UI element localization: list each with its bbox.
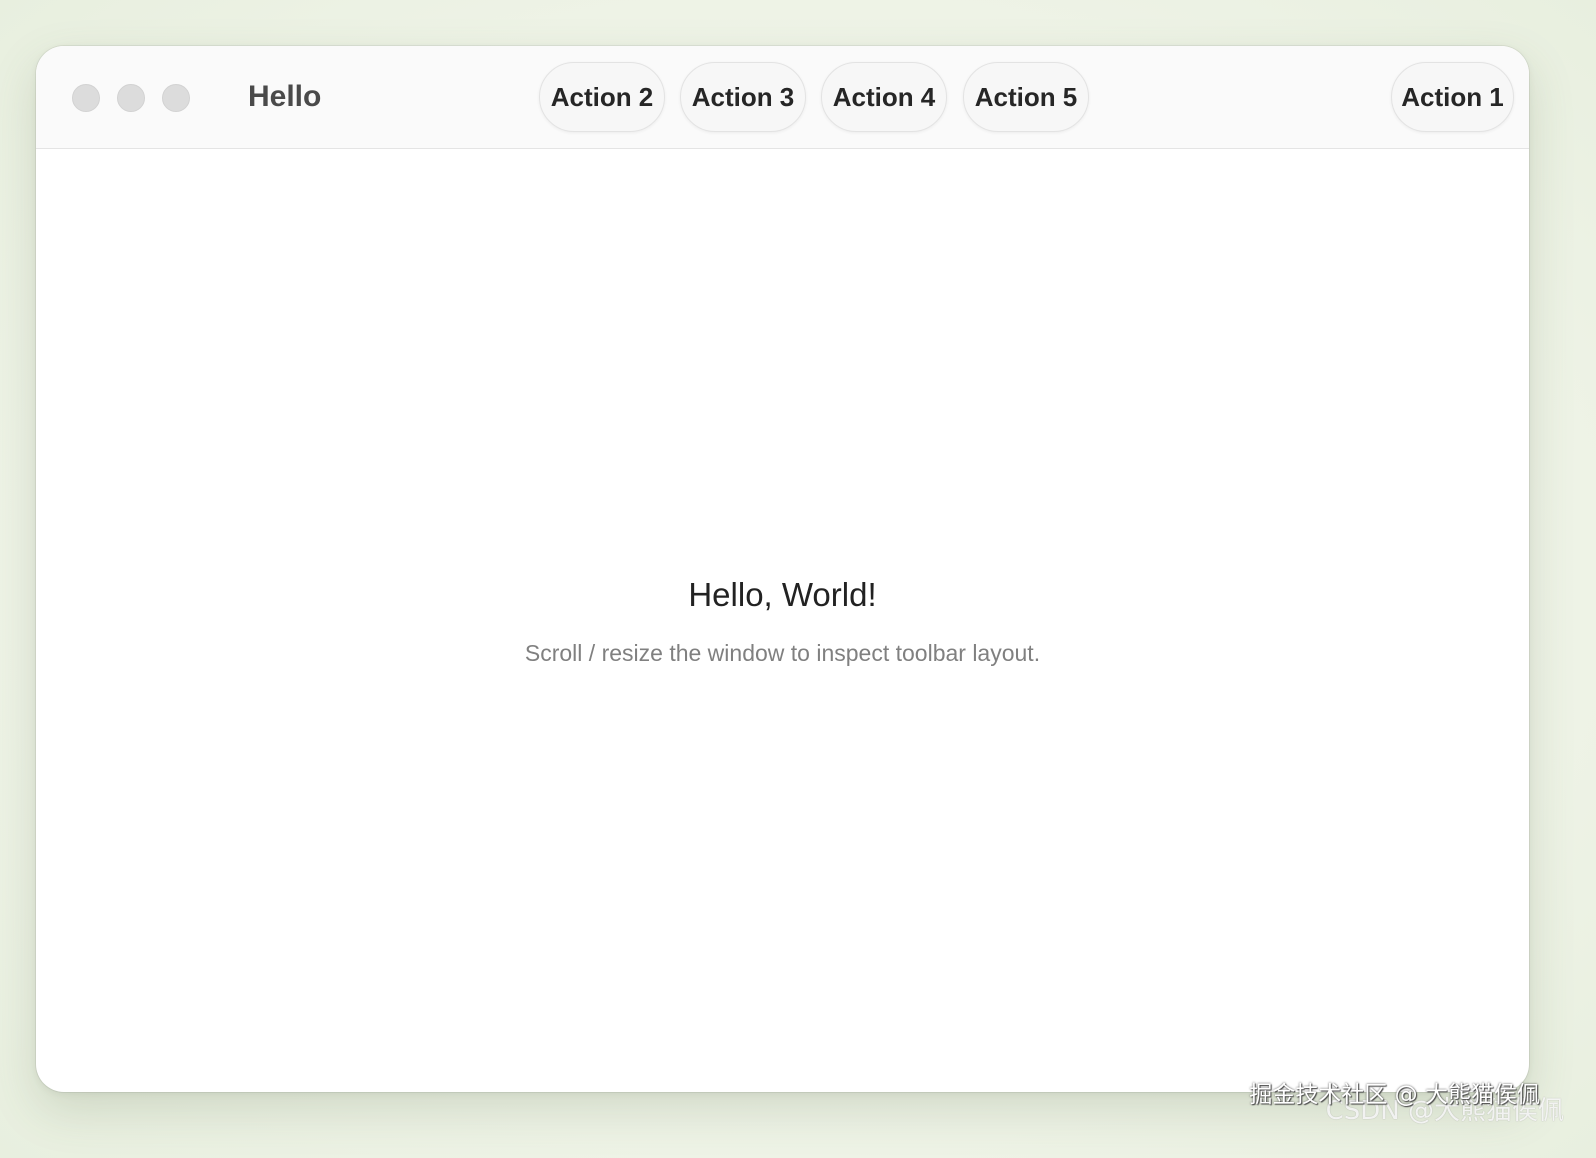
action-5-button[interactable]: Action 5 — [963, 62, 1089, 132]
content-area: Hello, World! Scroll / resize the window… — [36, 149, 1529, 1092]
action-2-button[interactable]: Action 2 — [539, 62, 665, 132]
zoom-icon[interactable] — [162, 84, 190, 112]
juejin-watermark: 掘金技术社区 @ 大熊猫侯佩 — [1249, 1082, 1540, 1108]
minimize-icon[interactable] — [117, 84, 145, 112]
app-window: Hello Action 2 Action 3 Action 4 Action … — [36, 46, 1529, 1092]
content-heading: Hello, World! — [688, 576, 877, 613]
action-3-button[interactable]: Action 3 — [680, 62, 806, 132]
toolbar: Hello Action 2 Action 3 Action 4 Action … — [36, 46, 1529, 149]
content-subtitle: Scroll / resize the window to inspect to… — [524, 640, 1041, 666]
close-icon[interactable] — [72, 84, 100, 112]
action-1-button[interactable]: Action 1 — [1391, 62, 1514, 132]
window-title: Hello — [248, 80, 322, 113]
action-4-button[interactable]: Action 4 — [821, 62, 947, 132]
